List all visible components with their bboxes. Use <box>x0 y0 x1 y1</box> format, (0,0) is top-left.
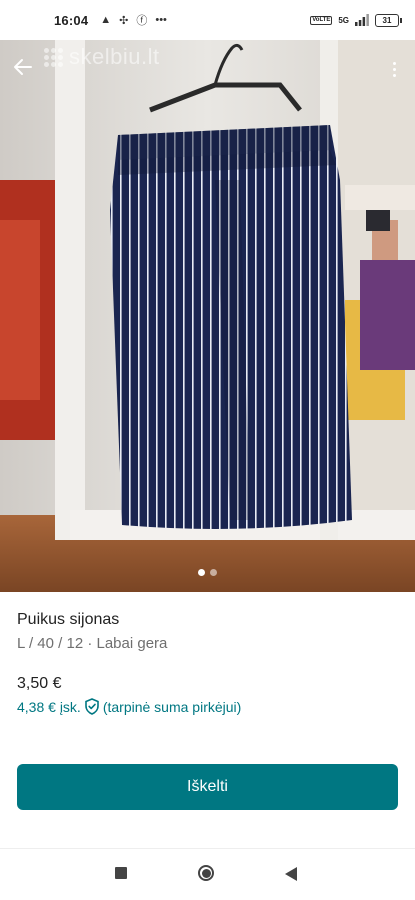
bump-button[interactable]: Iškelti <box>17 764 398 810</box>
logo-icon <box>44 47 63 67</box>
triangle-back-icon[interactable] <box>285 867 297 881</box>
pagination-dot-2[interactable] <box>210 569 217 576</box>
buyer-price-row[interactable]: 4,38 € įsk. (tarpinė suma pirkėjui) <box>17 698 241 715</box>
status-bar: 16:04 ▲ ✣ ⓕ ••• VoLTE 5G 31 <box>0 0 415 40</box>
item-title: Puikus sijonas <box>17 611 120 628</box>
item-photo[interactable]: skelbiu.lt <box>0 40 415 592</box>
signal-icon <box>355 14 369 26</box>
circle-icon[interactable] <box>198 865 214 881</box>
watermark-text: skelbiu.lt <box>69 44 160 69</box>
item-meta: L / 40 / 12 · Labai gera <box>17 635 168 652</box>
buyer-note: (tarpinė suma pirkėjui) <box>102 698 242 715</box>
network-type: 5G <box>338 15 349 25</box>
pagination-dot-1[interactable] <box>198 569 205 576</box>
shield-check-icon <box>85 698 99 715</box>
status-right: VoLTE 5G 31 <box>310 13 402 27</box>
grid-icon: ✣ <box>119 14 129 27</box>
status-time: 16:04 <box>54 12 89 28</box>
watermark: skelbiu.lt <box>44 44 160 70</box>
square-icon[interactable] <box>115 867 127 879</box>
divider <box>0 848 415 849</box>
more-vertical-icon[interactable] <box>387 56 401 82</box>
item-price: 3,50 € <box>17 675 62 692</box>
facebook-icon: ⓕ <box>136 15 148 27</box>
buyer-price: 4,38 € įsk. <box>17 698 81 715</box>
skirt-photo <box>0 40 415 592</box>
volte-icon: VoLTE <box>310 15 333 25</box>
photo-pagination <box>0 569 415 576</box>
battery-icon: 31 <box>375 13 402 27</box>
system-nav-bar <box>0 850 415 900</box>
arrow-left-icon[interactable] <box>12 56 38 82</box>
cast-icon: ▲ <box>100 14 112 26</box>
notification-icons: ▲ ✣ ⓕ ••• <box>100 12 167 28</box>
more-notifications-icon: ••• <box>155 14 167 26</box>
